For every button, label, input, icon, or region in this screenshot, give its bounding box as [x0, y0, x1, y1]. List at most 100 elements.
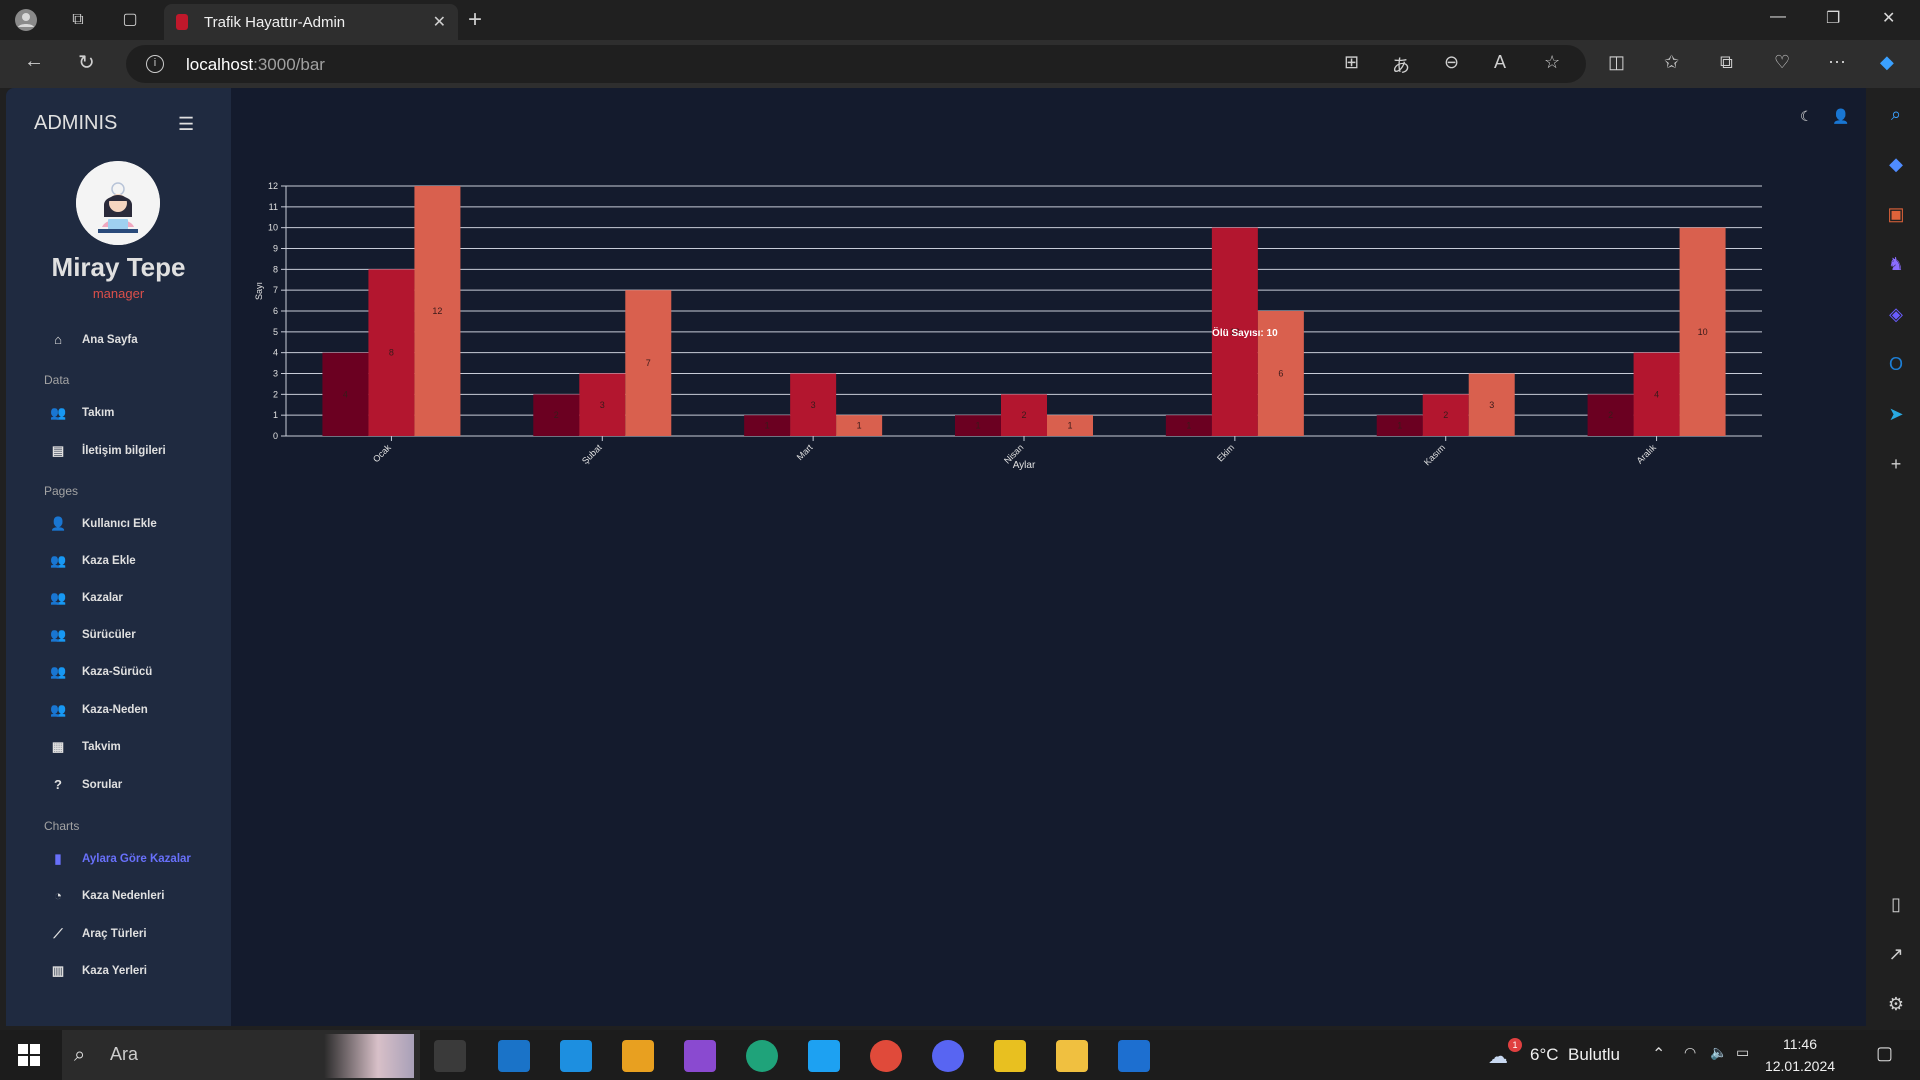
x-tick-label: Mart — [795, 442, 815, 462]
x-tick-label: Kasım — [1422, 442, 1447, 467]
zoom-out-icon[interactable]: ⊖ — [1444, 52, 1459, 73]
sidebar-item-label: Kaza Nedenleri — [82, 890, 165, 902]
sidebar-item-label: Kaza Ekle — [82, 555, 136, 567]
bar-value-label: 2 — [1608, 410, 1613, 420]
browser-essentials-icon[interactable]: ♡ — [1774, 52, 1790, 73]
read-aloud-icon[interactable]: A — [1494, 52, 1506, 73]
y-tick-label: 0 — [273, 431, 278, 441]
twitter-icon[interactable] — [808, 1040, 840, 1072]
person-icon: 👤 — [50, 516, 67, 531]
sidebar-toggle-icon[interactable]: ▯ — [1884, 892, 1908, 916]
minimize-icon[interactable]: — — [1770, 8, 1786, 26]
taskbar-search[interactable]: ⌕ Ara — [62, 1030, 420, 1080]
bar-value-label: 3 — [600, 400, 605, 410]
split-screen-icon[interactable]: ◫ — [1608, 52, 1625, 73]
browser-tab[interactable]: Trafik Hayattır-Admin ✕ — [164, 4, 458, 40]
drop-icon[interactable]: ➤ — [1884, 402, 1908, 426]
home-icon: ⌂ — [54, 332, 62, 347]
refresh-icon[interactable]: ↻ — [78, 50, 95, 75]
store-icon[interactable] — [622, 1040, 654, 1072]
settings-icon[interactable]: ⚙ — [1884, 992, 1908, 1016]
external-link-icon[interactable]: ↗ — [1884, 942, 1908, 966]
sidebar-item-label: Kaza-Neden — [82, 704, 148, 716]
vscode-icon[interactable] — [560, 1040, 592, 1072]
outlook-icon[interactable]: O — [1884, 352, 1908, 376]
bar-chart-icon: ▮ — [54, 851, 62, 866]
bar-value-label: 1 — [857, 421, 862, 431]
copilot-icon[interactable]: ◆ — [1880, 52, 1894, 73]
clock-time[interactable]: 11:46 — [1768, 1036, 1832, 1052]
outlook-new-icon[interactable] — [1118, 1040, 1150, 1072]
tools-icon[interactable]: ▣ — [1884, 202, 1908, 226]
tab-favicon — [176, 14, 188, 30]
sidebar-item-label: Kaza-Sürücü — [82, 666, 153, 678]
collections-icon[interactable]: ⧉ — [1720, 52, 1733, 73]
microsoft365-icon[interactable]: ◈ — [1884, 302, 1908, 326]
edge-icon[interactable] — [746, 1040, 778, 1072]
favorites-icon[interactable]: ✩ — [1664, 52, 1679, 73]
close-tab-icon[interactable]: ✕ — [433, 12, 446, 32]
app-available-icon[interactable]: ⊞ — [1344, 52, 1359, 73]
browser-tab-bar: ⧉ ▢ Trafik Hayattır-Admin ✕ + — ❐ ✕ — [0, 0, 1920, 40]
tab-actions-icon[interactable]: ▢ — [118, 8, 142, 32]
new-tab-icon[interactable]: + — [468, 6, 482, 34]
y-tick-label: 8 — [273, 264, 278, 274]
sidebar-item-label: Sürücüler — [82, 629, 136, 641]
task-view-icon[interactable] — [434, 1040, 466, 1072]
search-icon[interactable]: ⌕ — [1884, 102, 1908, 126]
volume-icon[interactable]: 🔈 — [1710, 1044, 1727, 1061]
site-info-icon[interactable]: i — [146, 55, 164, 73]
translate-icon[interactable]: あ — [1392, 52, 1410, 78]
sticky-notes-icon[interactable] — [994, 1040, 1026, 1072]
mail-icon[interactable] — [498, 1040, 530, 1072]
bar-value-label: 8 — [389, 348, 394, 358]
section-pages-title: Pages — [44, 484, 79, 498]
chrome-icon[interactable] — [870, 1040, 902, 1072]
search-placeholder: Ara — [110, 1044, 139, 1064]
weather-text[interactable]: 6°C Bulutlu — [1530, 1045, 1620, 1065]
restore-icon[interactable]: ❐ — [1826, 8, 1840, 28]
sidebar-item-label: Araç Türleri — [82, 928, 147, 940]
url-field[interactable]: i localhost:3000/bar — [126, 45, 1586, 83]
add-icon[interactable]: + — [1884, 452, 1908, 476]
clock-date[interactable]: 12.01.2024 — [1764, 1058, 1836, 1074]
windows-start-icon[interactable] — [18, 1044, 40, 1066]
y-axis-label: Sayı — [254, 282, 264, 300]
avatar — [76, 161, 160, 245]
cloud-icon: ☁ — [1488, 1046, 1508, 1068]
dark-mode-icon[interactable]: ☾ — [1800, 108, 1813, 125]
sidebar-item-label: Ana Sayfa — [82, 334, 138, 346]
wifi-icon[interactable]: ◠ — [1684, 1044, 1696, 1061]
visual-studio-icon[interactable] — [684, 1040, 716, 1072]
favorite-star-icon[interactable]: ☆ — [1544, 52, 1560, 73]
profile-icon[interactable] — [14, 8, 38, 32]
bar-value-label: 12 — [432, 306, 442, 316]
workspaces-icon[interactable]: ⧉ — [66, 8, 90, 32]
group-add-icon: 👥 — [50, 664, 67, 679]
search-highlight-image — [324, 1034, 414, 1078]
games-icon[interactable]: ♞ — [1884, 252, 1908, 276]
file-explorer-icon[interactable] — [1056, 1040, 1088, 1072]
y-tick-label: 4 — [273, 348, 278, 358]
user-icon[interactable]: 👤 — [1832, 108, 1849, 125]
y-tick-label: 1 — [273, 410, 278, 420]
shopping-tag-icon[interactable]: ◆ — [1884, 152, 1908, 176]
battery-icon[interactable]: ▭ — [1736, 1044, 1749, 1061]
group-add-icon: 👥 — [50, 590, 67, 605]
close-window-icon[interactable]: ✕ — [1882, 8, 1895, 28]
app-sidebar: ADMINIS ☰ Miray Tepe manager ⌂ Ana Sayfa… — [6, 88, 231, 1026]
y-tick-label: 11 — [269, 202, 278, 212]
menu-toggle-icon[interactable]: ☰ — [178, 114, 194, 135]
help-icon: ? — [54, 777, 62, 792]
discord-icon[interactable] — [932, 1040, 964, 1072]
bar-value-label: 1 — [765, 421, 770, 431]
chevron-up-icon[interactable]: ⌃ — [1652, 1044, 1665, 1064]
y-tick-label: 2 — [273, 389, 278, 399]
more-icon[interactable]: ⋯ — [1828, 52, 1846, 73]
sidebar-item-label: Kazalar — [82, 592, 123, 604]
back-icon[interactable]: ← — [24, 50, 44, 73]
url-text: localhost:3000/bar — [186, 55, 325, 74]
notifications-icon[interactable]: ▢ — [1876, 1043, 1893, 1064]
tab-title: Trafik Hayattır-Admin — [204, 14, 346, 31]
map-icon: ▥ — [51, 963, 65, 978]
